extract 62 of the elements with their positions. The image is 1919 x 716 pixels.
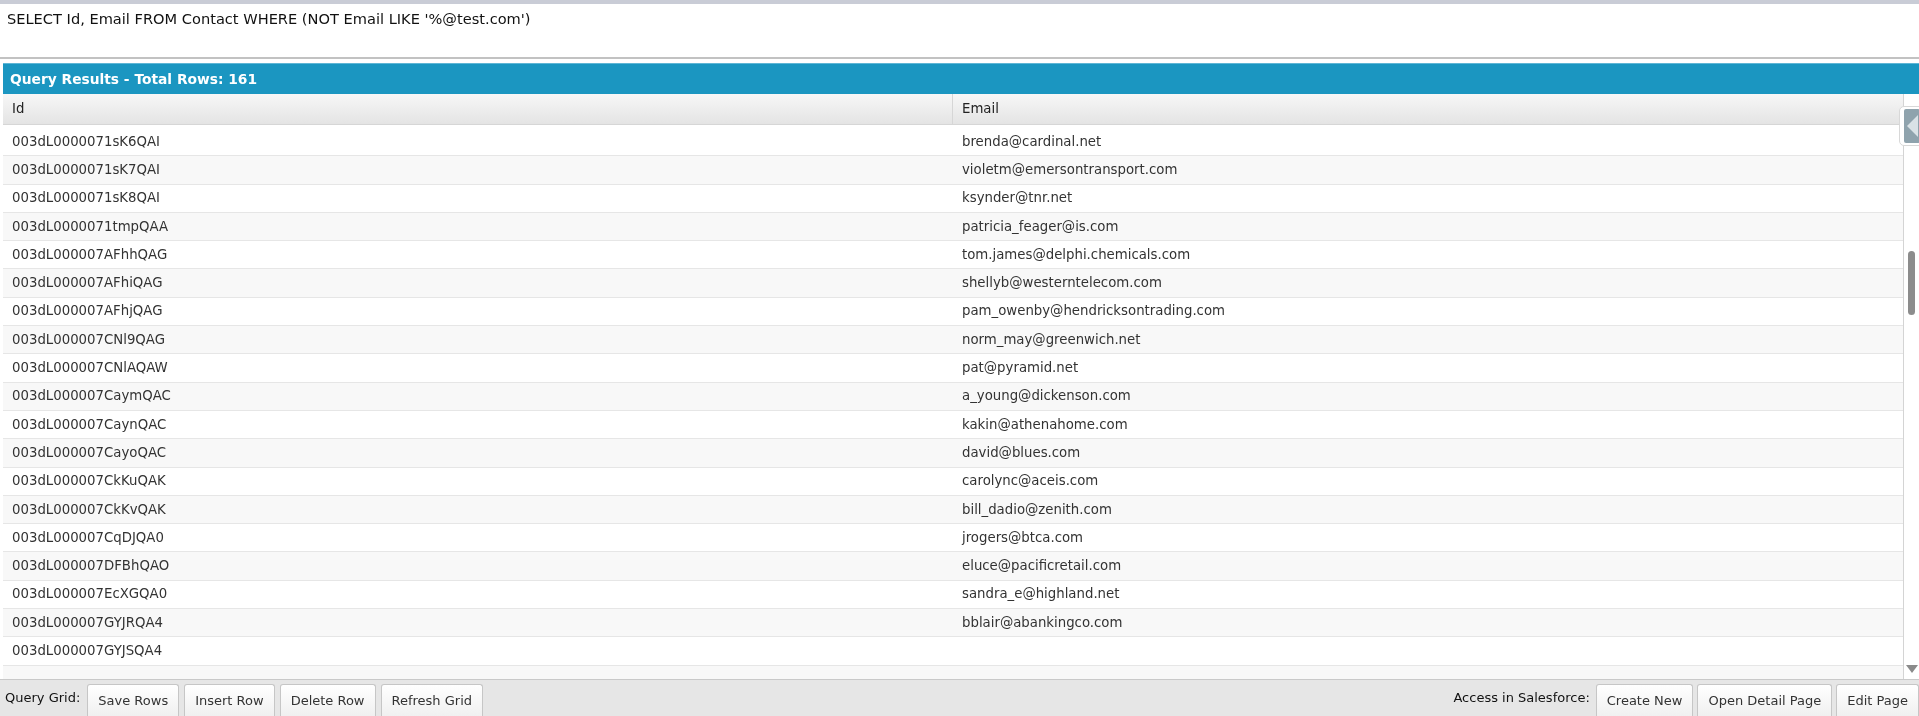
table-cell: 003dL000007DFBhQAO [12, 558, 170, 574]
table-cell: 003dL000007CNl9QAG [12, 331, 165, 347]
table-cell: bill_dadio@zenith.com [962, 501, 1112, 517]
table-row[interactable]: 003dL000007DFBhQAO eluce@pacificretail.com [3, 552, 1903, 581]
toolbar-button[interactable]: Open Detail Page [1697, 684, 1833, 716]
table-row[interactable]: 003dL000007GYJRQA4 bblair@abankingco.com [3, 609, 1903, 638]
table-cell: norm_may@greenwich.net [962, 331, 1141, 347]
toolbar-label: Query Grid: [5, 689, 82, 708]
table-row[interactable]: 003dL000007CNl9QAG norm_may@greenwich.net [3, 326, 1903, 355]
toolbar-button[interactable]: Create New [1595, 684, 1694, 716]
table-cell: 003dL0000071sK6QAI [12, 133, 161, 149]
table-row[interactable]: 003dL000007CayoQAC david@blues.com [3, 439, 1903, 468]
toolbar-label: Access in Salesforce: [1453, 689, 1591, 708]
table-cell: 003dL000007CNlAQAW [12, 360, 168, 376]
table-cell: carolync@aceis.com [962, 473, 1099, 489]
table-cell: 003dL000007EcXGQA0 [12, 586, 168, 602]
table-cell: 003dL000007CkKuQAK [12, 473, 166, 489]
table-cell: 003dL000007CqDJQA0 [12, 529, 164, 545]
scroll-down-icon[interactable] [1905, 665, 1918, 673]
table-cell: 003dL0000071tmpQAA [12, 218, 169, 234]
table-row[interactable]: 003dL0000071sK7QAI violetm@emersontransport.com [3, 156, 1903, 185]
table-cell: ksynder@tnr.net [962, 190, 1073, 206]
table-cell: a_young@dickenson.com [962, 388, 1131, 404]
table-cell: tom.james@delphi.chemicals.com [962, 246, 1191, 262]
table-cell: 003dL000007CayoQAC [12, 444, 167, 460]
table-cell: violetm@emersontransport.com [962, 161, 1178, 177]
results-title: Query Results - Total Rows: 161 [10, 69, 258, 89]
table-row[interactable]: 003dL0000071tmpQAA patricia_feager@is.com [3, 212, 1903, 242]
column-header[interactable]: Email [952, 94, 1903, 125]
toolbar-button[interactable]: Insert Row [184, 684, 275, 716]
table-row[interactable]: 003dL000007AFhiQAG shellyb@westerntelecom.com [3, 269, 1903, 298]
table-cell: 003dL0000071sK7QAI [12, 161, 161, 177]
table-row[interactable]: 003dL000007CkKvQAK bill_dadio@zenith.com [3, 495, 1903, 525]
table-cell: pat@pyramid.net [962, 360, 1079, 376]
collapse-arrow-icon [1904, 109, 1919, 143]
table-cell: 003dL000007GYJSQA4 [12, 643, 163, 658]
toolbar-button[interactable]: Delete Row [279, 684, 376, 716]
table-cell: 003dL000007CaymQAC [12, 388, 171, 404]
table-cell: 003dL0000071sK8QAI [12, 190, 161, 206]
table-cell: bblair@abankingco.com [962, 614, 1123, 630]
table-cell: patricia_feager@is.com [962, 218, 1119, 234]
table-cell: jrogers@btca.com [962, 529, 1084, 545]
table-cell: 003dL000007CkKvQAK [12, 501, 166, 517]
table-cell: 003dL000007AFhjQAG [12, 303, 163, 319]
table-cell: 003dL000007AFhhQAG [12, 246, 168, 262]
table-cell: 003dL000007GYJRQA4 [12, 614, 163, 630]
toolbar-button[interactable]: Refresh Grid [380, 684, 484, 716]
table-cell: eluce@pacificretail.com [962, 558, 1122, 574]
table-cell: sandra_e@highland.net [962, 586, 1120, 602]
table-cell: kakin@athenahome.com [962, 416, 1128, 432]
toolbar-button[interactable]: Save Rows [87, 684, 180, 716]
table-cell: david@blues.com [962, 444, 1081, 460]
scrollbar-thumb[interactable] [1908, 251, 1915, 315]
table-cell: pam_owenby@hendricksontrading.com [962, 303, 1225, 319]
toolbar-button[interactable]: Edit Page [1836, 684, 1919, 716]
table-cell: shellyb@westerntelecom.com [962, 275, 1162, 291]
column-header[interactable]: Id [3, 94, 952, 125]
table-row[interactable]: 003dL000007CaymQAC a_young@dickenson.com [3, 382, 1903, 411]
panel-toggle-button[interactable] [1899, 106, 1919, 146]
table-cell: 003dL000007AFhiQAG [12, 275, 163, 291]
table-cell: 003dL000007CaynQAC [12, 416, 167, 432]
table-cell: brenda@cardinal.net [962, 133, 1102, 149]
